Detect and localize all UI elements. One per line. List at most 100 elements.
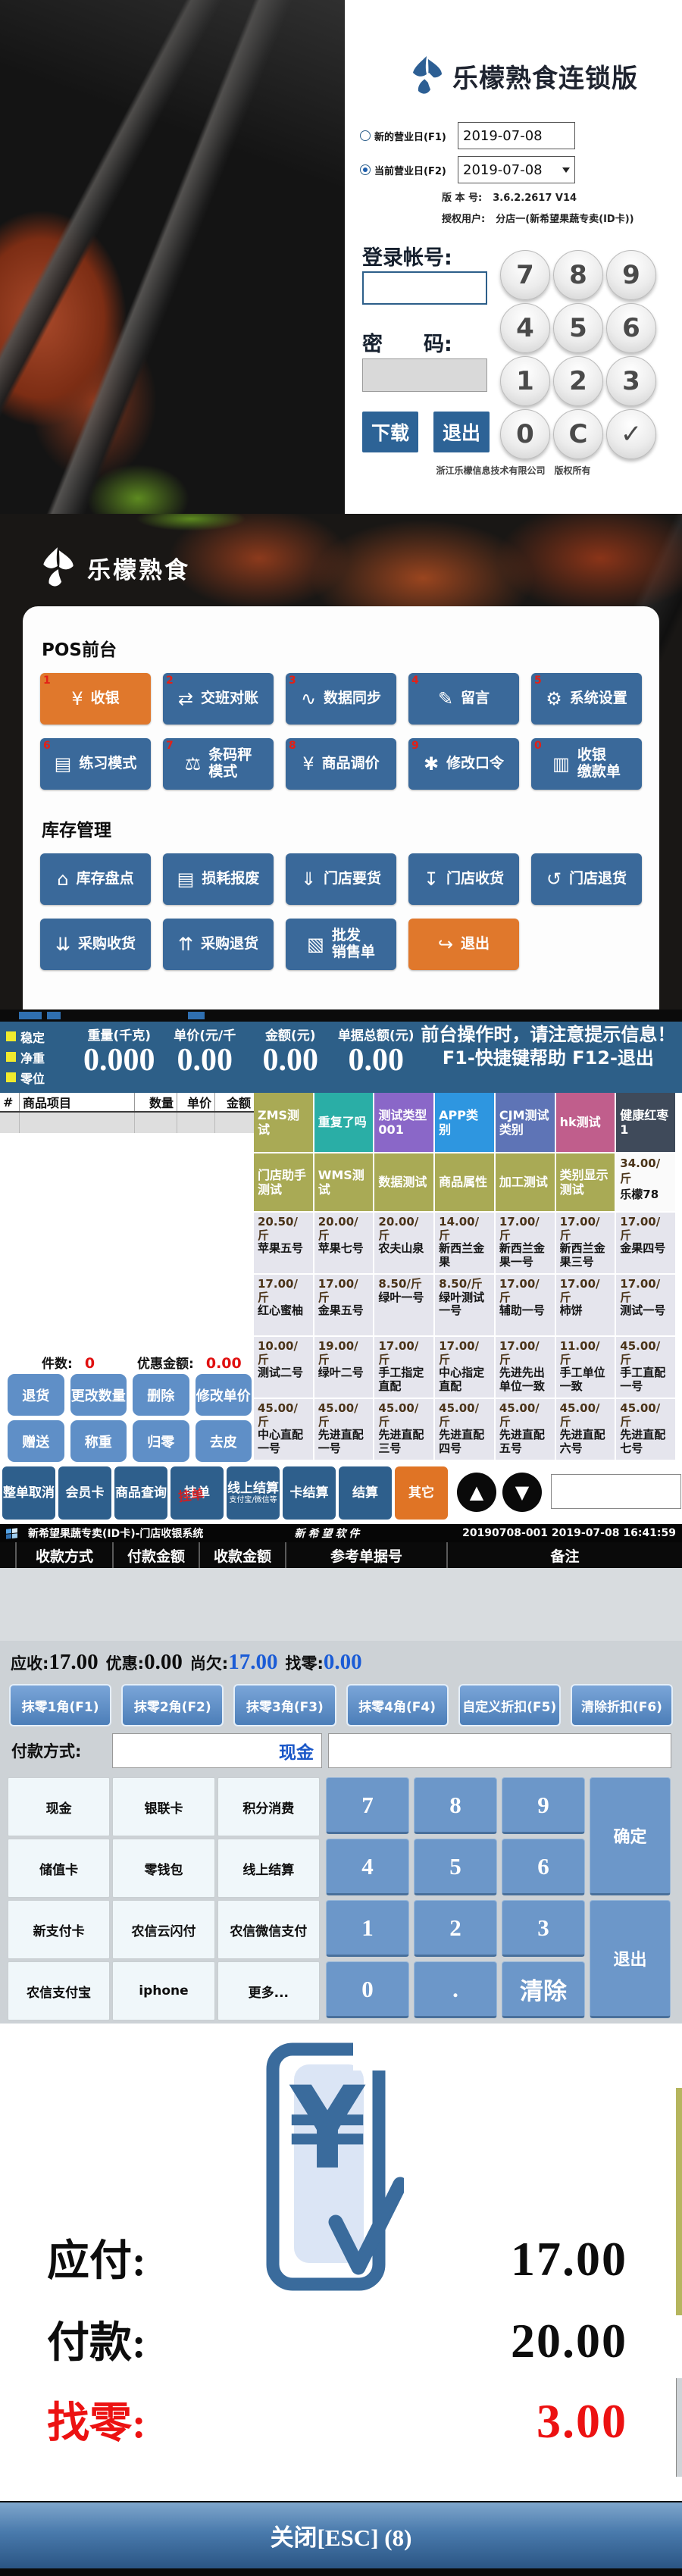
category-tab[interactable]: WMS测试 xyxy=(314,1153,374,1211)
menu-button[interactable]: ⇊ 采购收货 xyxy=(40,919,151,970)
confirm-button[interactable]: 确定 xyxy=(590,1777,671,1895)
scroll-up-button[interactable]: ▲ xyxy=(457,1473,496,1512)
category-tab[interactable]: CJM测试类别 xyxy=(496,1093,555,1152)
download-button[interactable]: 下载 xyxy=(362,412,418,452)
keypad-key[interactable]: 0 xyxy=(326,1961,409,2018)
menu-button[interactable]: 1 ¥ 收银 xyxy=(40,673,151,725)
quick-discount-button[interactable]: 清除折扣(F6) xyxy=(571,1684,673,1726)
product-cell[interactable]: 45.00/斤 中心直配一号 xyxy=(254,1399,313,1460)
exit-button[interactable]: 退出 xyxy=(590,1900,671,2018)
menu-button[interactable]: 6 ▤ 练习模式 xyxy=(40,738,151,790)
category-tab[interactable]: APP类别 xyxy=(435,1093,494,1152)
new-day-radio[interactable] xyxy=(360,130,371,141)
payment-method-button[interactable]: 更多... xyxy=(217,1961,320,2020)
keypad-key[interactable]: 3 xyxy=(502,1900,585,1957)
keypad-key[interactable]: 8 xyxy=(553,250,603,300)
barcode-input[interactable] xyxy=(551,1474,681,1509)
exit-button[interactable]: 退出 xyxy=(433,412,490,452)
quick-discount-button[interactable]: 自定义折扣(F5) xyxy=(458,1684,561,1726)
payment-method-button[interactable]: 农信微信支付 xyxy=(217,1900,320,1959)
keypad-key[interactable]: ✓ xyxy=(606,409,656,459)
product-cell[interactable]: 8.50/斤 绿叶一号 xyxy=(374,1275,433,1335)
product-cell[interactable]: 20.00/斤 农夫山泉 xyxy=(374,1213,433,1273)
product-cell[interactable]: 17.00/斤 金果五号 xyxy=(314,1275,374,1335)
new-day-date-input[interactable]: 2019-07-08 xyxy=(458,122,575,149)
payment-method-button[interactable]: 积分消费 xyxy=(217,1777,320,1836)
category-tab[interactable]: 测试类型001 xyxy=(374,1093,433,1152)
pos-bottom-button[interactable]: 商品查询 xyxy=(114,1466,167,1520)
action-button[interactable]: 更改数量 xyxy=(70,1374,127,1416)
payment-method-button[interactable]: 储值卡 xyxy=(8,1839,110,1898)
category-tab[interactable]: 加工测试 xyxy=(496,1153,555,1211)
pos-bottom-button[interactable]: 整单取消 xyxy=(2,1466,55,1520)
password-input[interactable] xyxy=(362,358,487,392)
payment-method-button[interactable]: 新支付卡 xyxy=(8,1900,110,1959)
menu-button[interactable]: 7 ⚖ 条码秤 模式 xyxy=(163,738,274,790)
keypad-key[interactable]: 0 xyxy=(500,409,550,459)
keypad-key[interactable]: 7 xyxy=(326,1777,409,1834)
pos-bottom-button[interactable]: 线上结算 支付宝/微信等 xyxy=(227,1466,280,1520)
keypad-key[interactable]: 1 xyxy=(326,1900,409,1957)
product-cell[interactable]: 17.00/斤 手工指定直配 xyxy=(374,1337,433,1398)
keypad-key[interactable]: C xyxy=(553,409,603,459)
menu-button[interactable]: 4 ✎ 留言 xyxy=(408,673,519,725)
product-cell[interactable]: 45.00/斤 先进直配七号 xyxy=(616,1399,675,1460)
product-cell[interactable]: 45.00/斤 先进直配六号 xyxy=(556,1399,615,1460)
product-cell[interactable]: 11.00/斤 手工单位一致 xyxy=(556,1337,615,1398)
payment-method-button[interactable]: 农信支付宝 xyxy=(8,1961,110,2020)
quick-discount-button[interactable]: 抹零1角(F1) xyxy=(9,1684,111,1726)
payment-method-button[interactable]: 银联卡 xyxy=(112,1777,214,1836)
menu-button[interactable]: ▤ 损耗报废 xyxy=(163,853,274,905)
keypad-key[interactable]: . xyxy=(414,1961,497,2018)
product-cell[interactable]: 17.00/斤 柿饼 xyxy=(556,1275,615,1335)
quick-discount-button[interactable]: 抹零2角(F2) xyxy=(121,1684,224,1726)
category-tab[interactable]: 商品属性 xyxy=(435,1153,494,1211)
category-tab[interactable]: ZMS测试 xyxy=(254,1093,313,1152)
current-day-radio[interactable] xyxy=(360,164,371,175)
menu-button[interactable]: 9 ✱ 修改口令 xyxy=(408,738,519,790)
keypad-key[interactable]: 6 xyxy=(606,303,656,353)
menu-button[interactable]: ⇓ 门店要货 xyxy=(286,853,396,905)
product-cell[interactable]: 17.00/斤 金果四号 xyxy=(616,1213,675,1273)
keypad-key[interactable]: 3 xyxy=(606,356,656,406)
payway-selected[interactable]: 现金 xyxy=(112,1733,322,1768)
menu-button[interactable]: ↪ 退出 xyxy=(408,919,519,970)
close-button[interactable]: 关闭[ESC] (8) xyxy=(0,2501,682,2568)
keypad-key[interactable]: 2 xyxy=(553,356,603,406)
keypad-key[interactable]: 7 xyxy=(500,250,550,300)
product-cell[interactable]: 8.50/斤 绿叶测试一号 xyxy=(435,1275,494,1335)
pos-bottom-button[interactable]: 结算 xyxy=(339,1466,392,1520)
product-cell[interactable]: 17.00/斤 测试一号 xyxy=(616,1275,675,1335)
keypad-key[interactable]: 1 xyxy=(500,356,550,406)
category-tab[interactable]: hk测试 xyxy=(556,1093,615,1152)
product-cell[interactable]: 17.00/斤 辅助一号 xyxy=(496,1275,555,1335)
menu-button[interactable]: 8 ¥ 商品调价 xyxy=(286,738,396,790)
action-button[interactable]: 称重 xyxy=(70,1420,127,1462)
keypad-key[interactable]: 9 xyxy=(502,1777,585,1834)
product-cell[interactable]: 34.00/斤 乐檬78 xyxy=(616,1153,675,1211)
menu-button[interactable]: 5 ⚙ 系统设置 xyxy=(531,673,642,725)
keypad-key[interactable]: 9 xyxy=(606,250,656,300)
keypad-key[interactable]: 5 xyxy=(553,303,603,353)
keypad-key[interactable]: 4 xyxy=(500,303,550,353)
payment-method-button[interactable]: 零钱包 xyxy=(112,1839,214,1898)
product-cell[interactable]: 45.00/斤 先进直配五号 xyxy=(496,1399,555,1460)
menu-button[interactable]: ⇈ 采购退货 xyxy=(163,919,274,970)
product-cell[interactable]: 17.00/斤 新西兰金果一号 xyxy=(496,1213,555,1273)
sale-table-empty-row[interactable] xyxy=(0,1113,254,1133)
action-button[interactable]: 修改单价 xyxy=(196,1374,252,1416)
product-cell[interactable]: 19.00/斤 绿叶二号 xyxy=(314,1337,374,1398)
current-day-date-select[interactable]: 2019-07-08 xyxy=(458,156,575,183)
keypad-key[interactable]: 6 xyxy=(502,1839,585,1895)
category-tab[interactable]: 门店助手测试 xyxy=(254,1153,313,1211)
action-button[interactable]: 赠送 xyxy=(8,1420,64,1462)
product-cell[interactable]: 45.00/斤 先进直配三号 xyxy=(374,1399,433,1460)
product-cell[interactable]: 17.00/斤 红心蜜柚 xyxy=(254,1275,313,1335)
keypad-key[interactable]: 8 xyxy=(414,1777,497,1834)
product-cell[interactable]: 45.00/斤 手工直配一号 xyxy=(616,1337,675,1398)
keypad-key[interactable]: 2 xyxy=(414,1900,497,1957)
pos-bottom-button[interactable]: 其它 xyxy=(395,1466,448,1520)
product-cell[interactable]: 14.00/斤 新西兰金果 xyxy=(435,1213,494,1273)
product-cell[interactable]: 17.00/斤 中心指定直配 xyxy=(435,1337,494,1398)
payment-method-button[interactable]: 现金 xyxy=(8,1777,110,1836)
